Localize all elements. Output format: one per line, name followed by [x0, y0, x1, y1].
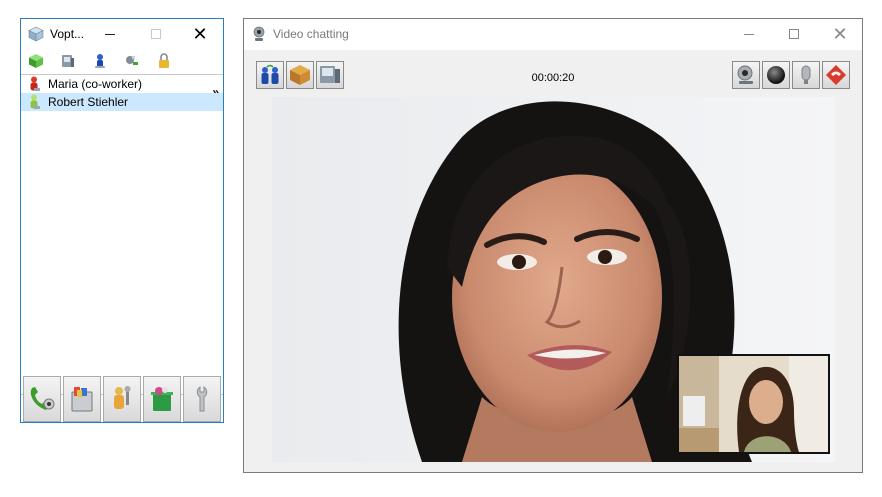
video-titlebar[interactable]: Video chatting ✕ [244, 19, 862, 49]
maximize-icon [151, 29, 161, 39]
close-button[interactable]: ✕ [817, 19, 863, 49]
tools-icon [126, 56, 138, 65]
remote-video[interactable] [272, 97, 835, 462]
green-cube-icon [29, 54, 43, 68]
person-blue-icon [95, 54, 105, 68]
contact-name: Maria (co-worker) [48, 77, 143, 91]
video-chat-window: Video chatting ✕ 00:00:20 [243, 18, 863, 473]
hang-up-button[interactable] [822, 61, 850, 89]
lock-button[interactable] [155, 52, 173, 70]
contact-list: Maria (co-worker) Robert Stiehler [21, 74, 223, 395]
call-button[interactable] [23, 376, 61, 422]
contact-row-robert[interactable]: Robert Stiehler [21, 93, 223, 111]
tools-button [183, 376, 221, 422]
webcam-app-icon [253, 26, 265, 41]
webcam-icon [737, 65, 753, 84]
minimize-button[interactable] [87, 19, 133, 49]
minimize-icon [105, 33, 115, 35]
contacts-toolbar: » [21, 50, 223, 99]
hang-up-icon [826, 65, 846, 85]
record-dot-icon [767, 66, 785, 84]
maximize-button [133, 19, 179, 49]
close-button[interactable]: ✕ [177, 19, 223, 49]
recycle-bin-icon [151, 387, 173, 411]
webcam-toggle-button[interactable] [732, 61, 760, 89]
microphone-icon [801, 65, 811, 84]
person-tools-icon [114, 386, 131, 409]
app-cube-icon [28, 26, 44, 42]
maximize-button[interactable] [771, 19, 817, 49]
contacts-bottom-toolbar [21, 376, 223, 422]
file-transfer-button[interactable] [63, 376, 101, 422]
minimize-button[interactable] [726, 19, 772, 49]
contacts-titlebar[interactable]: Vopt... ✕ [21, 19, 223, 49]
person-green-icon [30, 94, 40, 109]
close-icon: ✕ [192, 24, 208, 44]
record-button[interactable] [762, 61, 790, 89]
contact-name: Robert Stiehler [48, 95, 129, 109]
video-window-title: Video chatting [273, 27, 349, 41]
local-video-image [679, 356, 828, 452]
video-body: 00:00:20 [244, 50, 862, 472]
files-bin-icon [71, 387, 93, 412]
computer-button[interactable] [59, 52, 77, 70]
person-red-icon [30, 76, 40, 91]
video-toolbar: 00:00:20 [244, 50, 862, 96]
delete-contact-button[interactable] [143, 376, 181, 422]
contacts-window-title: Vopt... [50, 27, 85, 41]
wrench-icon [196, 386, 208, 412]
user-settings-button[interactable] [103, 376, 141, 422]
status-cube-button[interactable] [27, 52, 45, 70]
add-contact-button[interactable] [91, 52, 109, 70]
local-video-preview[interactable] [677, 354, 830, 454]
settings-button[interactable] [123, 52, 141, 70]
maximize-icon [789, 29, 799, 39]
phone-webcam-icon [30, 387, 55, 410]
contact-row-maria[interactable]: Maria (co-worker) [21, 75, 223, 93]
lock-icon [159, 53, 169, 68]
close-icon: ✕ [832, 24, 848, 44]
microphone-button[interactable] [792, 61, 820, 89]
computer-icon [62, 55, 74, 67]
contacts-window: Vopt... ✕ » Maria (co-worker) Robert Sti… [20, 18, 224, 423]
minimize-icon [744, 33, 754, 35]
